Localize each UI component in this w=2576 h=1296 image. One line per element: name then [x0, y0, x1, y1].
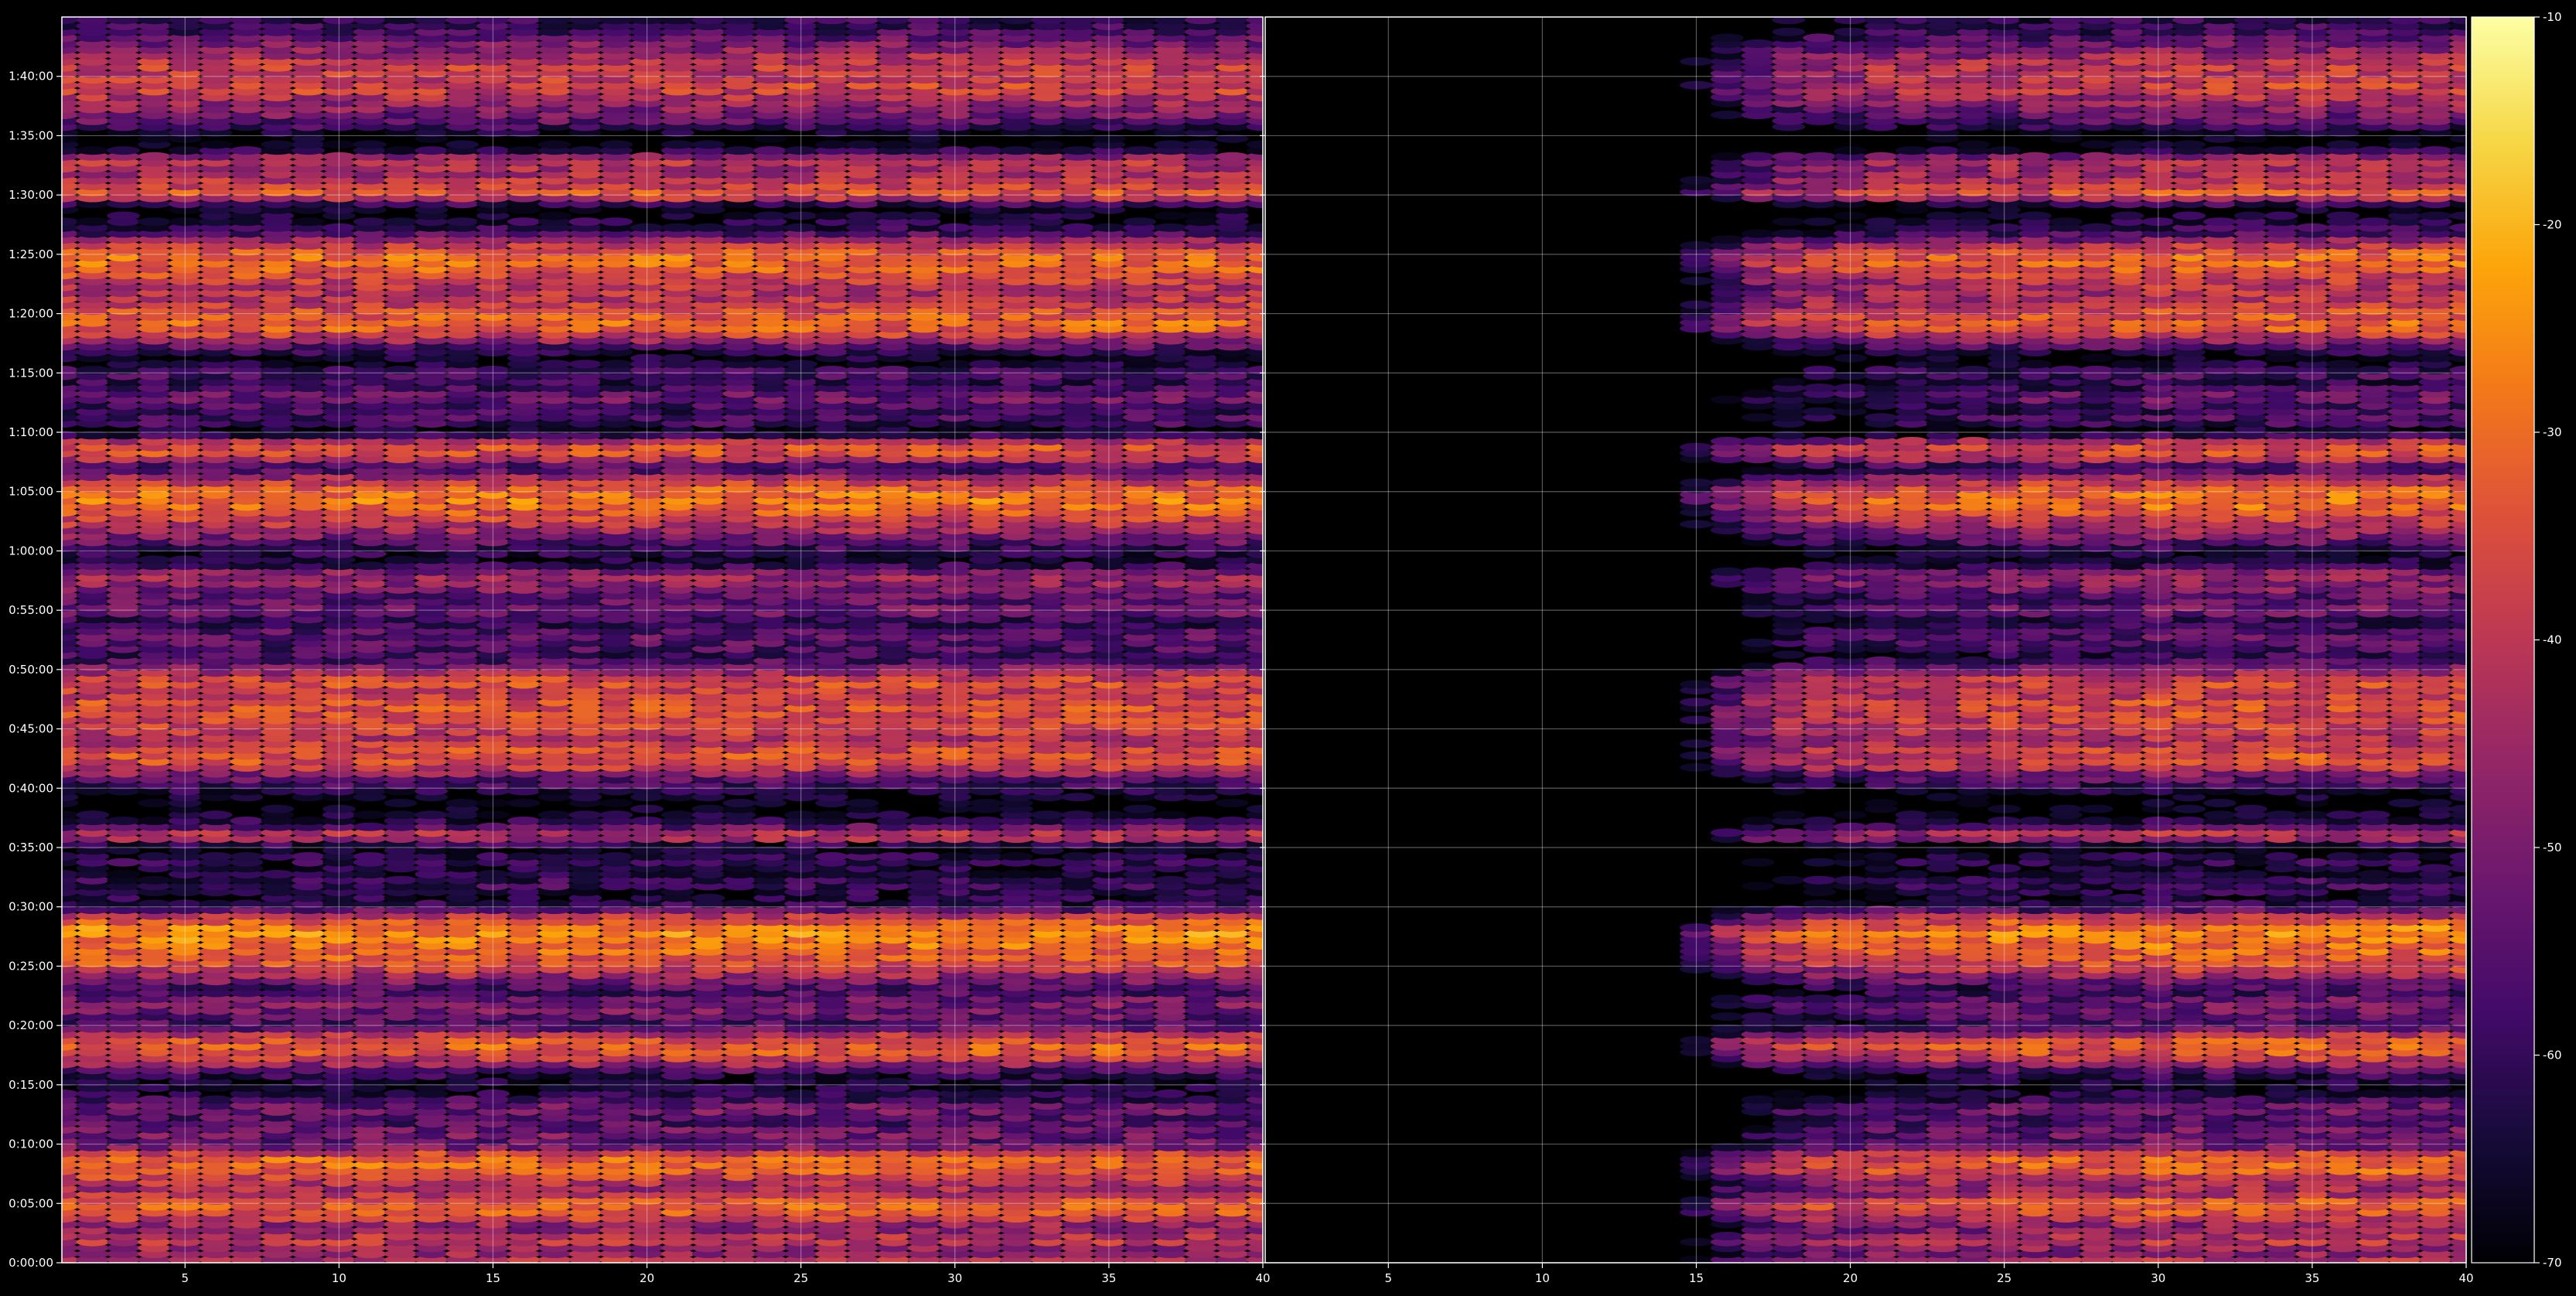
heatmap-cell: [384, 875, 418, 885]
heatmap-cell: [691, 140, 725, 149]
heatmap-cell: [353, 217, 387, 227]
heatmap-cell: [138, 852, 171, 861]
heatmap-cell: [691, 804, 725, 813]
heatmap-cell: [661, 810, 694, 820]
heatmap-cell: [507, 852, 541, 861]
heatmap-cell: [384, 810, 418, 820]
heatmap-cell: [537, 211, 571, 220]
heatmap-cell: [199, 810, 233, 820]
heatmap-cell: [753, 360, 787, 369]
figure: 5 10 15 20 25 30 35 40 0:00:00 0:05:00 0:10:00 0:15…: [0, 0, 2576, 1293]
heatmap-cell: [138, 217, 171, 227]
heatmap-cell: [722, 146, 756, 155]
heatmap-cell: [445, 1095, 479, 1104]
heatmap-cell: [292, 852, 325, 861]
heatmap-cell: [599, 810, 633, 820]
heatmap-cell: [138, 152, 171, 161]
heatmap-cell: [568, 360, 602, 369]
heatmap-cell: [753, 561, 787, 571]
heatmap-cell: [568, 217, 602, 227]
heatmap-cell: [384, 146, 418, 155]
heatmap-cell: [353, 852, 387, 861]
heatmap-cell: [599, 140, 633, 149]
heatmap-cell: [445, 140, 479, 149]
heatmap-cell: [261, 804, 295, 813]
heatmap-cell: [753, 817, 787, 825]
heatmap-cell: [353, 810, 387, 820]
heatmap-cell: [138, 799, 171, 807]
heatmap-cell: [753, 211, 787, 220]
spectrogram-figure: 5 10 15 20 25 30 35 400:00:000:05:000:10:000:15…: [9, 10, 2561, 1285]
heatmap-cell: [537, 561, 571, 571]
heatmap-cell: [691, 893, 725, 902]
heatmap-cell: [76, 146, 110, 155]
heatmap-cell: [537, 810, 571, 820]
heatmap-cell: [138, 360, 171, 369]
heatmap-cell: [384, 1089, 418, 1098]
heatmap-cell: [599, 217, 633, 227]
heatmap-cell: [76, 217, 110, 227]
left-heatmap-panel: 5 10 15 20 25 30 35 400:00:000:05:000:10:000:15…: [9, 16, 1271, 1285]
heatmap-cell: [230, 146, 264, 155]
heatmap-cell: [507, 799, 541, 807]
heatmap-cell: [107, 870, 141, 878]
heatmap-cell: [353, 140, 387, 149]
heatmap-cell: [599, 360, 633, 369]
heatmap-cell: [353, 561, 387, 571]
heatmap-cell: [230, 817, 264, 825]
heatmap-cell: [599, 852, 633, 861]
heatmap-cell: [107, 817, 141, 825]
heatmap-cell: [507, 561, 541, 571]
heatmap-cell: [661, 223, 694, 232]
heatmap-cell: [415, 810, 449, 820]
heatmap-cell: [753, 146, 787, 155]
heatmap-cell: [199, 852, 233, 861]
heatmap-cell: [722, 211, 756, 220]
heatmap-cell: [415, 146, 449, 155]
heatmap-cell: [138, 875, 171, 885]
heatmap-cell: [507, 146, 541, 155]
heatmap-cell: [537, 360, 571, 369]
heatmap-cell: [261, 360, 295, 369]
heatmap-cell: [507, 817, 541, 825]
heatmap-cell: [107, 211, 141, 220]
heatmap-cell: [384, 799, 418, 807]
heatmap-cell: [138, 555, 171, 564]
heatmap-cell: [292, 217, 325, 227]
heatmap-cell: [568, 146, 602, 155]
heatmap-cell: [138, 817, 171, 825]
heatmap-cell: [599, 799, 633, 807]
heatmap-cell: [507, 217, 541, 227]
heatmap-cell: [661, 140, 694, 149]
heatmap-cell: [691, 360, 725, 369]
heatmap-cell: [76, 810, 110, 820]
heatmap-cell: [445, 799, 479, 807]
heatmap-cell: [691, 223, 725, 232]
heatmap-cell: [507, 1095, 541, 1104]
heatmap-cell: [107, 146, 141, 155]
heatmap-cell: [353, 822, 387, 831]
heatmap-cell: [261, 140, 295, 149]
heatmap-cell: [107, 858, 141, 867]
heatmap-cell: [292, 817, 325, 825]
heatmap-cell: [261, 870, 295, 878]
heatmap-cell: [537, 140, 571, 149]
heatmap-cell: [445, 217, 479, 227]
heatmap-cell: [661, 353, 694, 363]
heatmap-cell: [384, 217, 418, 227]
heatmap-cell: [230, 360, 264, 369]
heatmap-cell: [138, 1095, 171, 1104]
heatmap-cell: [199, 140, 233, 149]
heatmap-cell: [230, 852, 264, 861]
heatmap-cell: [722, 799, 756, 807]
heatmap-cell: [568, 810, 602, 820]
heatmap-cell: [384, 555, 418, 564]
heatmap-cell: [199, 1095, 233, 1104]
